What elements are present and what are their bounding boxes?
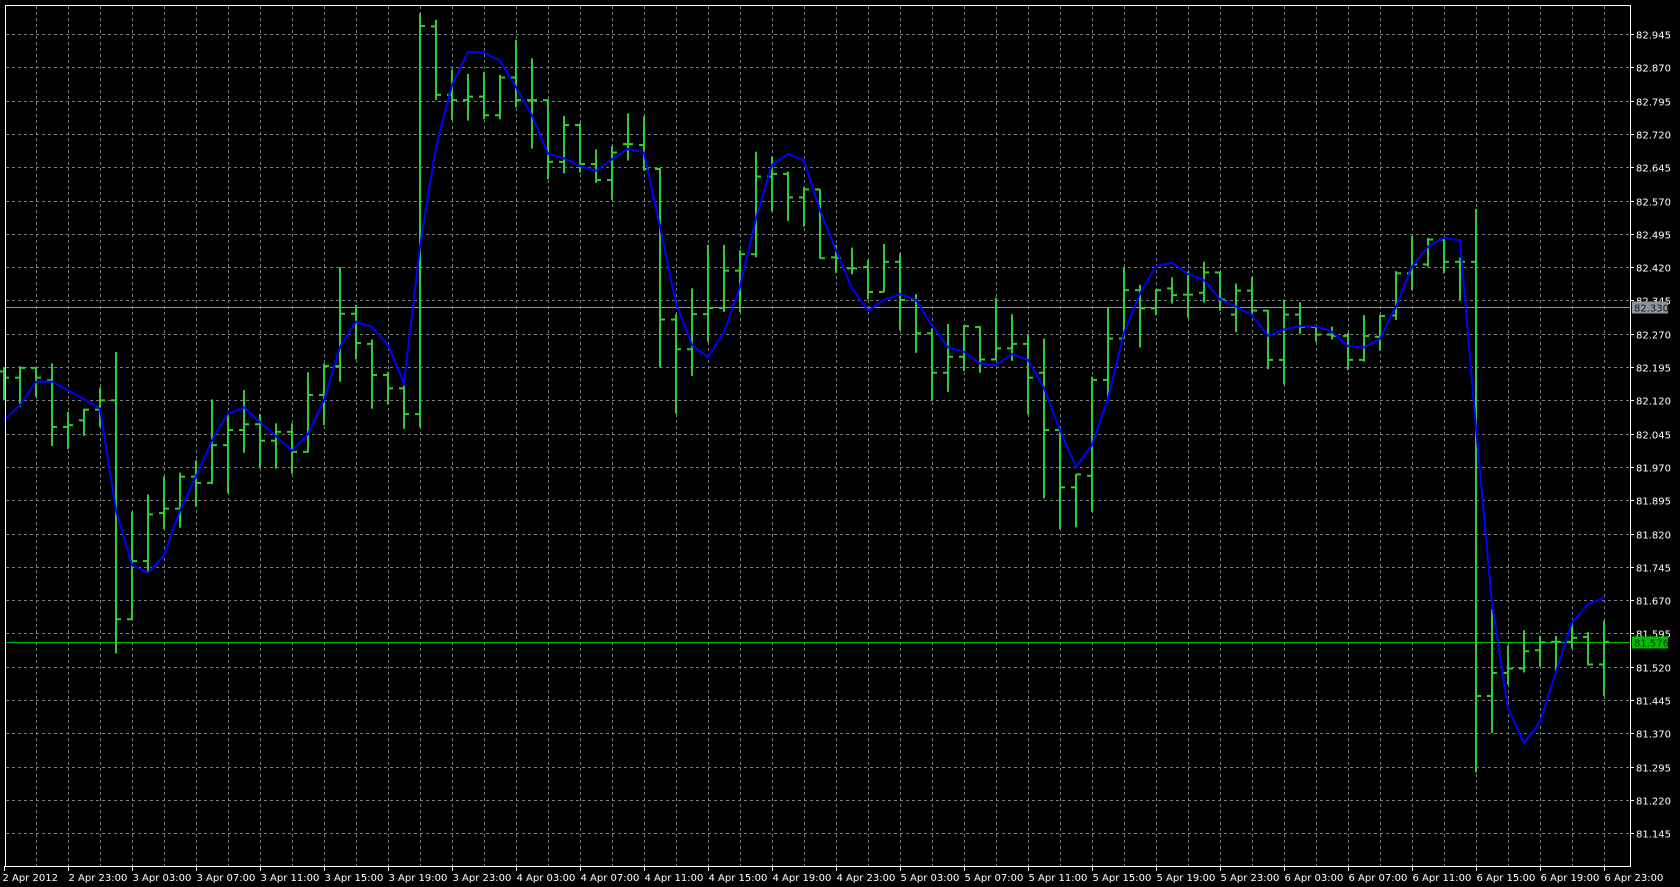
x-tick-label: 3 Apr 15:00 — [325, 873, 384, 884]
price-chart[interactable]: 82.945 82.870 82.795 82.720 82.645 82.570 82.4… — [0, 0, 1680, 887]
x-tick-label: 6 Apr 15:00 — [1477, 873, 1536, 884]
y-tick-label: 81.670 — [1636, 597, 1671, 608]
x-tick-label: 4 Apr 07:00 — [581, 873, 640, 884]
y-tick-label: 81.745 — [1636, 564, 1671, 575]
chart-background — [0, 0, 1680, 887]
x-tick-label: 5 Apr 11:00 — [1029, 873, 1088, 884]
x-tick-label: 3 Apr 03:00 — [133, 873, 192, 884]
x-tick-label: 3 Apr 23:00 — [453, 873, 512, 884]
y-tick-label: 82.870 — [1636, 64, 1671, 75]
y-tick-label: 81.145 — [1636, 830, 1671, 841]
x-tick-label: 4 Apr 03:00 — [517, 873, 576, 884]
x-tick-label: 6 Apr 07:00 — [1349, 873, 1408, 884]
x-tick-label: 6 Apr 11:00 — [1413, 873, 1472, 884]
y-tick-label: 82.045 — [1636, 431, 1671, 442]
y-tick-label: 82.795 — [1636, 98, 1671, 109]
y-tick-label: 82.495 — [1636, 231, 1671, 242]
y-tick-label: 81.295 — [1636, 764, 1671, 775]
x-tick-label: 3 Apr 07:00 — [197, 873, 256, 884]
x-tick-label: 5 Apr 23:00 — [1221, 873, 1280, 884]
y-tick-label: 82.420 — [1636, 264, 1671, 275]
x-tick-label: 4 Apr 15:00 — [709, 873, 768, 884]
x-tick-label: 4 Apr 23:00 — [837, 873, 896, 884]
y-tick-label: 81.820 — [1636, 531, 1671, 542]
x-tick-label: 2 Apr 23:00 — [69, 873, 128, 884]
y-tick-label: 81.895 — [1636, 497, 1671, 508]
x-tick-label: 3 Apr 11:00 — [261, 873, 320, 884]
y-tick-label: 81.520 — [1636, 664, 1671, 675]
x-tick-label: 5 Apr 15:00 — [1093, 873, 1152, 884]
x-tick-label: 5 Apr 07:00 — [965, 873, 1024, 884]
y-tick-label: 82.120 — [1636, 397, 1671, 408]
y-tick-label: 81.220 — [1636, 797, 1671, 808]
x-tick-label: 4 Apr 19:00 — [773, 873, 832, 884]
y-tick-label: 82.195 — [1636, 364, 1671, 375]
y-tick-label: 82.720 — [1636, 131, 1671, 142]
y-tick-label: 82.945 — [1636, 31, 1671, 42]
y-tick-label: 81.445 — [1636, 697, 1671, 708]
y-tick-label: 81.370 — [1636, 730, 1671, 741]
x-tick-label: 6 Apr 23:00 — [1605, 873, 1664, 884]
y-tick-label: 82.270 — [1636, 331, 1671, 342]
y-tick-label: 81.970 — [1636, 464, 1671, 475]
bid-price-label: 81.576 — [1634, 639, 1669, 650]
x-tick-label: 5 Apr 03:00 — [901, 873, 960, 884]
x-tick-label: 4 Apr 11:00 — [645, 873, 704, 884]
y-tick-label: 82.570 — [1636, 198, 1671, 209]
level-price-label: 82.330 — [1634, 304, 1669, 315]
x-tick-label: 2 Apr 2012 — [3, 873, 58, 884]
y-tick-label: 82.645 — [1636, 164, 1671, 175]
x-tick-label: 5 Apr 19:00 — [1157, 873, 1216, 884]
x-tick-label: 3 Apr 19:00 — [389, 873, 448, 884]
x-tick-label: 6 Apr 03:00 — [1285, 873, 1344, 884]
x-tick-label: 6 Apr 19:00 — [1541, 873, 1600, 884]
